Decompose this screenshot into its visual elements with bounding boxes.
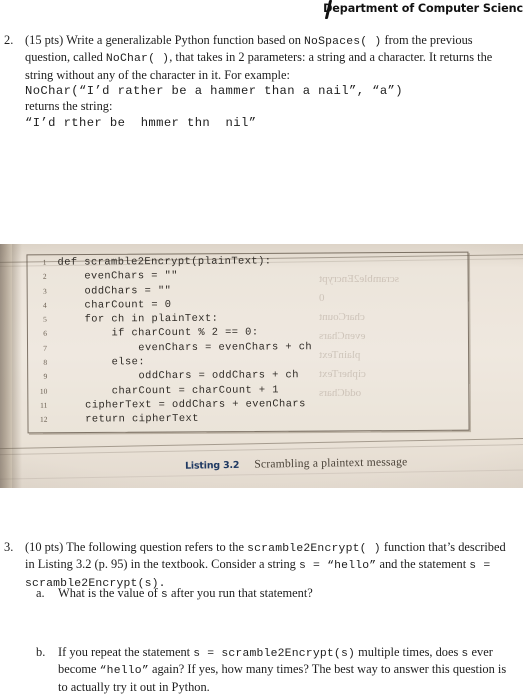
code-line: evenChars = "": [57, 270, 178, 284]
page-title: Department of Computer Scienc: [323, 2, 523, 15]
book-spine-gradient: [12, 244, 22, 488]
line-number: 12: [39, 415, 48, 425]
q3b-text-1: If you repeat the statement: [58, 645, 194, 659]
listing-caption-description: Scrambling a plaintext message: [254, 455, 408, 471]
q2-nochar-code: NoChar( ): [105, 53, 170, 66]
subitem-b-label: b.: [36, 645, 46, 659]
code-line: oddChars = "": [57, 284, 172, 298]
line-number: 3: [42, 286, 47, 296]
code-line: else:: [58, 356, 146, 369]
q3-text-1: (10 pts) The following question refers t…: [25, 540, 248, 554]
subitem-a-label: a.: [36, 586, 45, 600]
code-line: oddChars = oddChars + ch: [58, 369, 299, 384]
line-number: 11: [40, 400, 48, 410]
subitem-b-text: If you repeat the statement s = scramble…: [58, 645, 517, 695]
textbook-listing-photo: scramble2Encrypt 0 charCount evenChars p…: [0, 244, 523, 488]
q3-scramble-code: scramble2Encrypt( ): [247, 543, 381, 555]
q3-text-3: and the statement: [376, 557, 470, 572]
question-3-part-b: b. If you repeat the statement s = scram…: [0, 645, 517, 695]
question-3: 3. (10 pts) The following question refer…: [0, 540, 517, 592]
code-line: if charCount % 2 == 0:: [57, 326, 259, 341]
q2-text-1: (15 pts) Write a generalizable Python fu…: [25, 33, 305, 47]
question-2: 2. (15 pts) Write a generalizable Python…: [0, 33, 517, 131]
question-3-body: (10 pts) The following question refers t…: [25, 540, 517, 592]
q3-string-code: s = “hello”: [298, 560, 377, 573]
question-2-number: 2.: [4, 33, 14, 47]
q3a-text-1: What is the value of: [58, 586, 161, 600]
listing-caption-label: Listing 3.2: [184, 459, 240, 472]
code-line: for ch in plainText:: [57, 312, 219, 326]
question-3-prompt: (10 pts) The following question refers t…: [25, 540, 517, 592]
line-number: 10: [39, 386, 48, 396]
line-number: 4: [42, 300, 47, 310]
code-line: return cipherText: [58, 413, 199, 426]
q2-example-result: “I’d rther be hmmer thn nil”: [25, 115, 257, 130]
q3a-text-2: after you run that statement?: [167, 586, 313, 600]
line-number: 5: [43, 314, 47, 324]
line-number: 2: [42, 272, 47, 282]
line-number: 7: [43, 343, 48, 353]
subitem-a: a. What is the value of s after you run …: [36, 586, 517, 603]
q3b-statement-code: s = scramble2Encrypt(s): [193, 648, 356, 660]
code-listing-lines: 1 def scramble2Encrypt(plainText): 2 even…: [36, 255, 312, 428]
q3a-var-code: s: [160, 589, 168, 601]
question-3-part-a: a. What is the value of s after you run …: [0, 586, 517, 603]
code-line: evenChars = evenChars + ch: [58, 340, 313, 355]
q2-returns-label: returns the string:: [25, 99, 113, 114]
question-3-number: 3.: [4, 540, 14, 554]
line-number: 1: [42, 257, 47, 267]
line-number: 8: [43, 357, 48, 367]
page-header: Department of Computer Scienc: [0, 0, 523, 26]
code-line: charCount = 0: [57, 298, 172, 312]
line-number: 6: [43, 329, 47, 339]
code-line: def scramble2Encrypt(plainText):: [57, 255, 272, 269]
code-line: cipherText = oddChars + evenChars: [58, 398, 306, 412]
code-row: 12 return cipherText: [37, 412, 312, 428]
q3b-hello-code: “hello”: [99, 665, 149, 678]
line-number: 9: [43, 372, 48, 382]
subitem-a-text: What is the value of s after you run tha…: [58, 586, 517, 603]
question-2-prompt: (15 pts) Write a generalizable Python fu…: [25, 33, 517, 83]
subitem-b: b. If you repeat the statement s = scram…: [36, 645, 517, 695]
book-spine-shadow: [0, 244, 12, 488]
q3b-text-2: multiple times, does: [355, 645, 462, 659]
code-line: charCount = charCount + 1: [58, 384, 279, 398]
question-2-body: (15 pts) Write a generalizable Python fu…: [25, 33, 517, 131]
q2-nospaces-code: NoSpaces( ): [304, 36, 382, 48]
q2-example-call: NoChar(“I’d rather be a hammer than a na…: [25, 84, 403, 99]
